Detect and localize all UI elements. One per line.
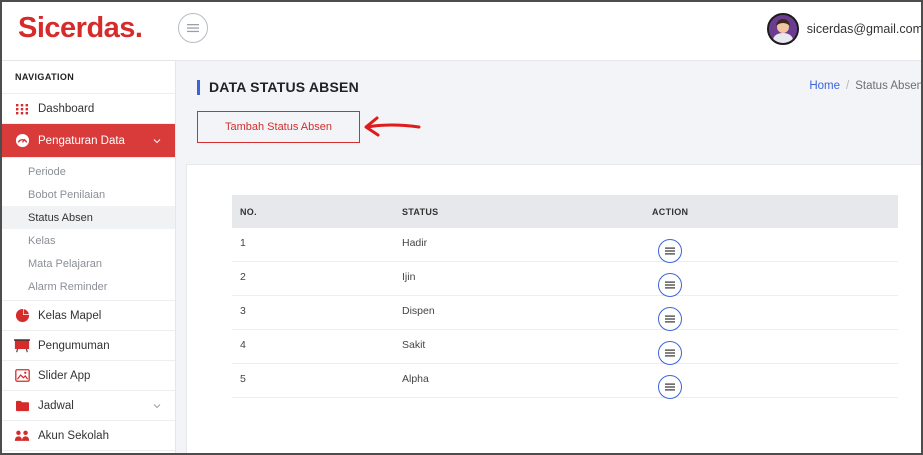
menu-lines-icon [665,315,675,323]
presentation-board-icon [14,339,30,353]
submenu-pengaturan-data: Periode Bobot Penilaian Status Absen Kel… [2,158,175,301]
column-header-no: NO. [240,206,257,217]
table-header: NO. STATUS ACTION [232,195,898,228]
breadcrumb-home-link[interactable]: Home [809,80,840,92]
sidebar-item-label: Kelas Mapel [38,309,102,322]
menu-lines-icon [665,247,675,255]
breadcrumb: Home / Status Absen [809,80,923,92]
cell-status: Hadir [402,237,428,249]
sidebar-item-label: Dashboard [38,102,95,115]
cell-no: 1 [240,237,246,249]
page-title: DATA STATUS ABSEN [197,79,359,95]
page-title-text: DATA STATUS ABSEN [209,79,359,95]
table-card: NO. STATUS ACTION 1 Hadir 2 Ijin 3 Dispen 4 Sak… [186,164,921,453]
users-icon [14,429,30,443]
sidebar-item-label: Jadwal [38,399,74,412]
nav-heading: NAVIGATION [2,61,175,94]
gauge-icon [14,133,30,148]
breadcrumb-current: Status Absen [855,80,923,92]
user-email: sicerdas@gmail.com [806,22,923,36]
app-window: Sicerdas. sicerdas@gmail.com NAVIGATION [0,0,923,455]
cell-no: 3 [240,305,246,317]
sidebar-item-label: Akun Sekolah [38,429,109,442]
image-gallery-icon [14,369,30,383]
user-menu[interactable]: sicerdas@gmail.com [766,12,923,46]
sidebar-item-label: Pengumuman [38,339,110,352]
menu-lines-icon [665,281,675,289]
submenu-item-status-absen[interactable]: Status Absen [2,206,175,229]
submenu-item-periode[interactable]: Periode [2,160,175,183]
brand-logo[interactable]: Sicerdas. [18,12,143,45]
table-row: 3 Dispen [232,296,898,331]
cell-no: 2 [240,271,246,283]
sidebar-item-akun-sekolah[interactable]: Akun Sekolah [2,421,175,451]
table-body: 1 Hadir 2 Ijin 3 Dispen 4 Sakit 5 Alpha [232,228,898,399]
cell-no: 5 [240,373,246,385]
avatar [766,13,799,45]
submenu-item-bobot-penilaian[interactable]: Bobot Penilaian [2,183,175,206]
chevron-down-icon [153,138,161,143]
menu-lines-icon [665,349,675,357]
cell-no: 4 [240,339,246,351]
sidebar-item-dashboard[interactable]: Dashboard [2,94,175,124]
sidebar-item-slider-app[interactable]: Slider App [2,361,175,391]
annotation-arrow-icon [364,116,421,137]
menu-toggle-button[interactable] [178,13,208,43]
row-action-menu-button[interactable] [658,273,682,297]
main-content: DATA STATUS ABSEN Home / Status Absen Tamb… [177,62,923,453]
top-navbar: Sicerdas. sicerdas@gmail.com [2,2,923,61]
user-avatar-icon [768,15,797,43]
column-header-status: STATUS [402,206,439,217]
cell-status: Dispen [402,305,435,317]
submenu-item-alarm-reminder[interactable]: Alarm Reminder [2,275,175,298]
row-action-menu-button[interactable] [658,341,682,365]
breadcrumb-separator: / [846,80,850,92]
row-action-menu-button[interactable] [658,307,682,331]
sidebar-item-kelas-mapel[interactable]: Kelas Mapel [2,301,175,331]
folder-icon [14,399,30,413]
hamburger-icon [187,24,199,33]
sidebar-item-jadwal[interactable]: Jadwal [2,391,175,421]
sidebar-item-label: Slider App [38,369,91,382]
add-status-absen-button[interactable]: Tambah Status Absen [197,111,360,143]
table-row: 4 Sakit [232,330,898,365]
sidebar-item-pengumuman[interactable]: Pengumuman [2,331,175,361]
table-row: 2 Ijin [232,262,898,297]
sidebar-item-pengaturan-data[interactable]: Pengaturan Data [2,124,175,158]
pie-chart-icon [14,308,30,323]
column-header-action: ACTION [652,206,689,217]
chevron-down-icon [153,403,161,408]
cell-status: Sakit [402,339,426,351]
submenu-item-mata-pelajaran[interactable]: Mata Pelajaran [2,252,175,275]
table-row: 5 Alpha [232,364,898,399]
table-row: 1 Hadir [232,228,898,263]
sidebar-item-label: Pengaturan Data [38,134,125,147]
cell-status: Alpha [402,373,429,385]
menu-lines-icon [665,383,675,391]
title-accent-bar [197,79,200,95]
row-action-menu-button[interactable] [658,375,682,399]
sidebar: NAVIGATION Dashboard Pengaturan Data Per… [2,61,176,453]
cell-status: Ijin [402,271,416,283]
submenu-item-kelas[interactable]: Kelas [2,229,175,252]
status-absen-table: NO. STATUS ACTION 1 Hadir 2 Ijin 3 Dispen 4 Sak… [232,195,898,399]
grid-dots-icon [14,102,30,116]
row-action-menu-button[interactable] [658,239,682,263]
